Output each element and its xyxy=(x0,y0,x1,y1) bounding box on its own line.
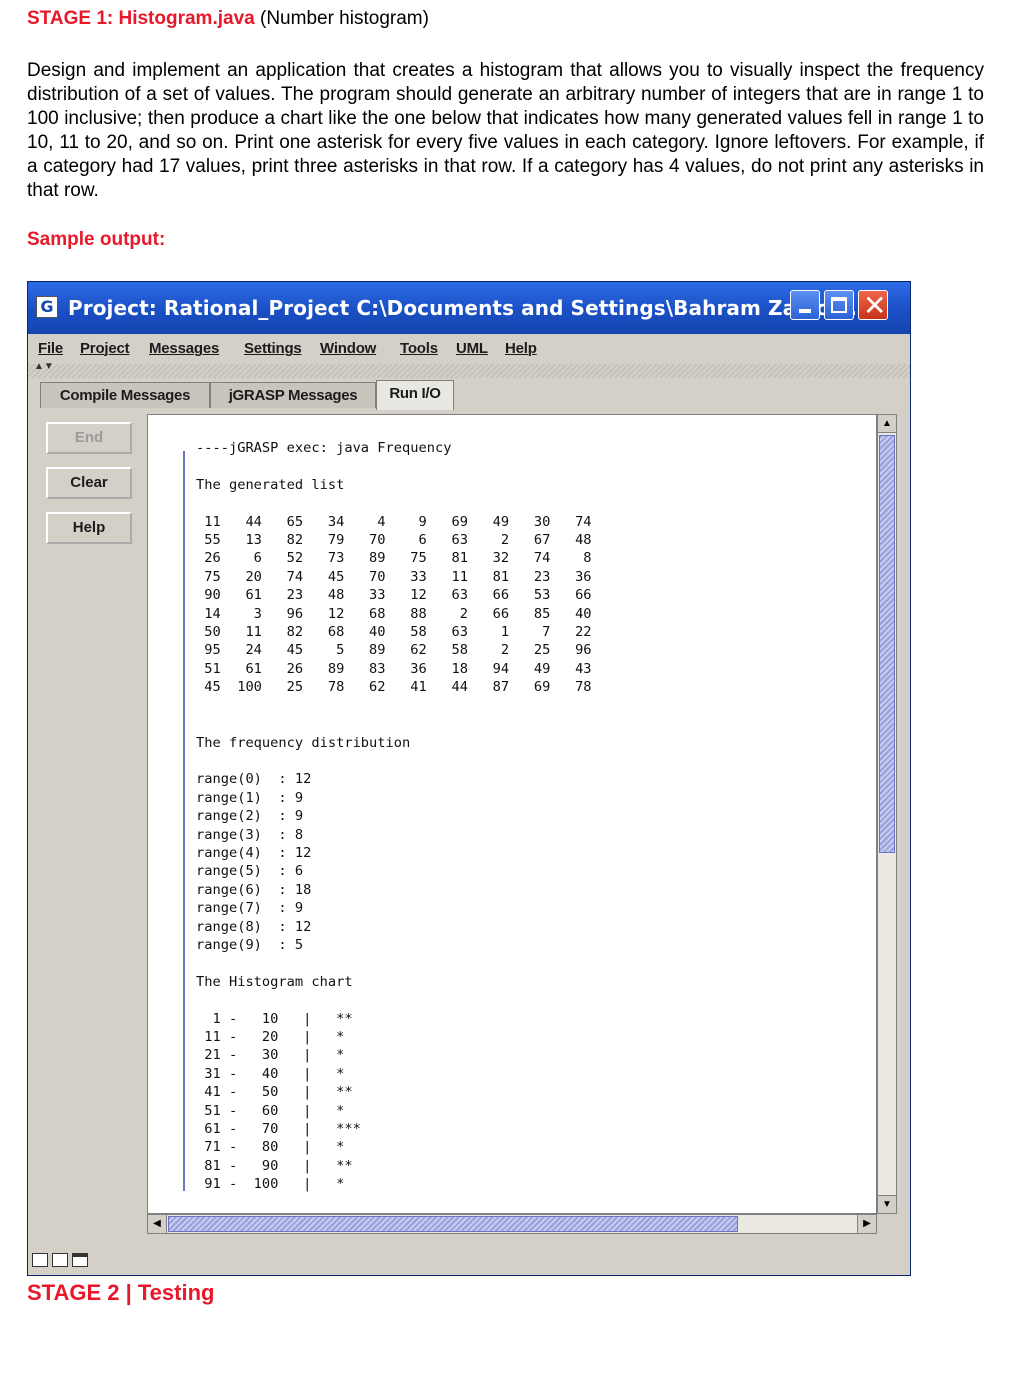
desktop-icon[interactable] xyxy=(32,1253,48,1267)
clear-button[interactable]: Clear xyxy=(46,467,132,499)
menu-uml[interactable]: UML xyxy=(456,340,488,357)
window-title: Project: Rational_Project C:\Documents a… xyxy=(68,296,865,320)
histogram-row: 81 - 90 | ** xyxy=(196,1157,353,1174)
end-button[interactable]: End xyxy=(46,422,132,454)
generated-list-header: The generated list xyxy=(196,476,345,493)
histogram-row: 51 - 60 | * xyxy=(196,1102,345,1119)
jgrasp-app-icon[interactable]: G xyxy=(36,296,58,318)
console-output: ----jGRASP exec: java Frequency The gene… xyxy=(196,439,592,1194)
frequency-row: range(2) : 9 xyxy=(196,808,304,825)
menu-help[interactable]: Help xyxy=(505,340,537,357)
maximize-button[interactable] xyxy=(824,290,854,320)
histogram-row: 21 - 30 | * xyxy=(196,1047,345,1064)
frequency-row: range(4) : 12 xyxy=(196,844,312,861)
tab-compile-messages[interactable]: Compile Messages xyxy=(40,382,210,408)
menu-tools[interactable]: Tools xyxy=(400,340,438,357)
histogram-row: 61 - 70 | *** xyxy=(196,1121,361,1138)
histogram-header: The Histogram chart xyxy=(196,973,353,990)
histogram-row: 91 - 100 | * xyxy=(196,1176,345,1193)
generated-row: 90 61 23 48 33 12 63 66 53 66 xyxy=(196,587,592,604)
generated-row: 51 61 26 89 83 36 18 94 49 43 xyxy=(196,660,592,677)
splitter-arrows-icon[interactable]: ▲▼ xyxy=(34,361,54,372)
scroll-left-icon[interactable]: ◀ xyxy=(148,1215,167,1233)
histogram-row: 41 - 50 | ** xyxy=(196,1084,353,1101)
frequency-row: range(0) : 12 xyxy=(196,771,312,788)
frequency-row: range(5) : 6 xyxy=(196,863,304,880)
generated-row: 50 11 82 68 40 58 63 1 7 22 xyxy=(196,624,592,641)
jgrasp-window: G Project: Rational_Project C:\Documents… xyxy=(27,281,911,1276)
scroll-down-icon[interactable]: ▼ xyxy=(878,1195,896,1213)
frequency-row: range(8) : 12 xyxy=(196,918,312,935)
exec-line: ----jGRASP exec: java Frequency xyxy=(196,440,452,456)
histogram-row: 11 - 20 | * xyxy=(196,1029,345,1045)
generated-row: 75 20 74 45 70 33 11 81 23 36 xyxy=(196,568,592,585)
console-margin-bar xyxy=(183,451,185,1191)
help-button[interactable]: Help xyxy=(46,512,132,544)
histogram-row: 71 - 80 | * xyxy=(196,1139,345,1156)
tab-run-io[interactable]: Run I/O xyxy=(376,380,454,410)
stage1-subtitle: (Number histogram) xyxy=(260,8,429,29)
histogram-row: 1 - 10 | ** xyxy=(196,1010,353,1027)
minimize-button[interactable] xyxy=(790,290,820,320)
window-view-icon[interactable] xyxy=(72,1253,88,1267)
frequency-row: range(3) : 8 xyxy=(196,826,304,843)
menu-bar: File Project Messages Settings Window To… xyxy=(28,334,910,364)
horizontal-scroll-thumb[interactable] xyxy=(168,1216,738,1232)
frequency-header: The frequency distribution xyxy=(196,734,411,751)
histogram-row: 31 - 40 | * xyxy=(196,1065,345,1082)
splitter-strip[interactable]: ▲▼ xyxy=(28,361,910,378)
scroll-right-icon[interactable]: ▶ xyxy=(857,1215,876,1233)
split-view-icon[interactable] xyxy=(52,1253,68,1267)
sample-output-label: Sample output: xyxy=(27,229,166,250)
close-icon: ✕ xyxy=(863,289,887,322)
minimize-icon xyxy=(799,309,811,313)
stage2-heading: STAGE 2 | Testing xyxy=(27,1280,215,1305)
frequency-row: range(6) : 18 xyxy=(196,881,312,898)
tab-jgrasp-messages[interactable]: jGRASP Messages xyxy=(210,382,376,408)
generated-row: 26 6 52 73 89 75 81 32 74 8 xyxy=(196,550,592,567)
menu-project[interactable]: Project xyxy=(80,340,130,357)
vertical-scroll-thumb[interactable] xyxy=(879,435,895,853)
scroll-up-icon[interactable]: ▲ xyxy=(878,415,896,433)
vertical-scrollbar[interactable]: ▲ ▼ xyxy=(877,414,897,1214)
frequency-row: range(7) : 9 xyxy=(196,900,304,917)
generated-row: 45 100 25 78 62 41 44 87 69 78 xyxy=(196,679,592,696)
generated-row: 55 13 82 79 70 6 63 2 67 48 xyxy=(196,532,592,549)
assignment-description: Design and implement an application that… xyxy=(27,60,984,201)
generated-row: 14 3 96 12 68 88 2 66 85 40 xyxy=(196,605,592,622)
title-bar[interactable]: G Project: Rational_Project C:\Documents… xyxy=(28,282,910,334)
menu-file[interactable]: File xyxy=(38,340,63,357)
maximize-icon xyxy=(831,297,847,313)
generated-row: 11 44 65 34 4 9 69 49 30 74 xyxy=(196,513,592,530)
menu-settings[interactable]: Settings xyxy=(244,340,302,357)
run-io-console[interactable]: ----jGRASP exec: java Frequency The gene… xyxy=(147,414,877,1214)
stage1-heading: STAGE 1: Histogram.java (Number histogra… xyxy=(27,8,429,30)
generated-row: 95 24 45 5 89 62 58 2 25 96 xyxy=(196,642,592,659)
frequency-row: range(1) : 9 xyxy=(196,789,304,806)
menu-window[interactable]: Window xyxy=(320,340,376,357)
stage1-title: STAGE 1: Histogram.java xyxy=(27,8,255,29)
horizontal-scrollbar[interactable]: ◀ ▶ xyxy=(147,1214,877,1234)
close-button[interactable]: ✕ xyxy=(858,289,888,322)
frequency-row: range(9) : 5 xyxy=(196,936,304,953)
menu-messages[interactable]: Messages xyxy=(149,340,219,357)
